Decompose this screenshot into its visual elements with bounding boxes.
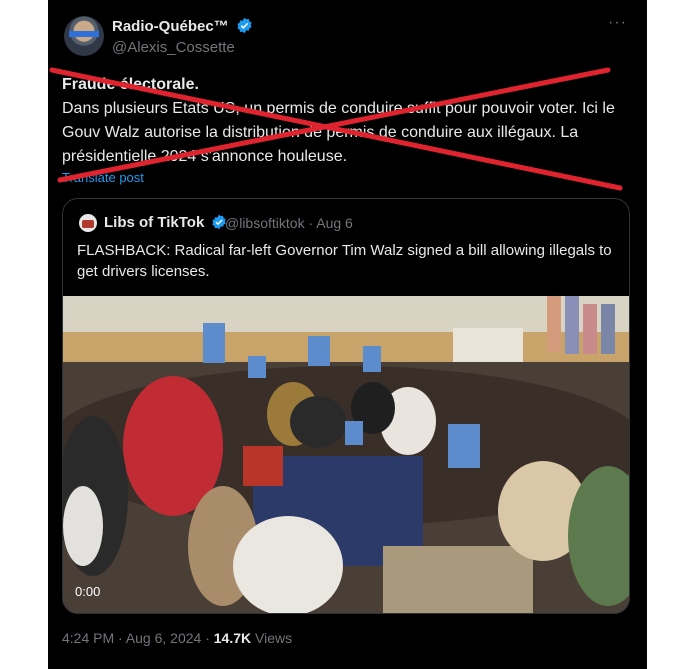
views-label: Views [251, 630, 293, 646]
post-text-body: Dans plusieurs Etats US, un permis de co… [62, 100, 615, 165]
views-count: 14.7K [213, 630, 252, 646]
author-name[interactable]: Radio-Québec™ [112, 18, 229, 35]
verified-badge-icon [237, 17, 252, 34]
quoted-author-name[interactable]: Libs of TikTok [104, 214, 204, 231]
tweet-panel: Radio-Québec™ @Alexis_Cossette ··· Fraud… [48, 0, 647, 669]
translate-post-link[interactable]: Translate post [62, 170, 144, 185]
post-meta: 4:24 PM · Aug 6, 2024 · 14.7K Views [62, 630, 292, 646]
more-options-icon[interactable]: ··· [608, 14, 627, 32]
author-avatar[interactable] [64, 16, 104, 56]
quoted-author-name-row[interactable]: Libs of TikTok [104, 214, 227, 231]
author-handle[interactable]: @Alexis_Cossette [112, 39, 235, 56]
video-frame [63, 296, 629, 613]
post-text-title: Fraude électorale. [62, 76, 199, 93]
author-name-row[interactable]: Radio-Québec™ [112, 17, 253, 35]
video-player[interactable]: 0:00 [63, 296, 629, 613]
post-text: Fraude électorale. Dans plusieurs Etats … [62, 73, 637, 169]
quoted-post-text: FLASHBACK: Radical far-left Governor Tim… [77, 242, 612, 280]
video-timestamp: 0:00 [75, 584, 101, 599]
quoted-author-handle[interactable]: @libsoftiktok · Aug 6 [225, 215, 353, 231]
quoted-author-avatar[interactable] [79, 214, 97, 232]
quoted-post-card[interactable]: Libs of TikTok @libsoftiktok · Aug 6 FLA… [62, 198, 630, 614]
post-timestamp[interactable]: 4:24 PM · Aug 6, 2024 · [62, 630, 214, 646]
